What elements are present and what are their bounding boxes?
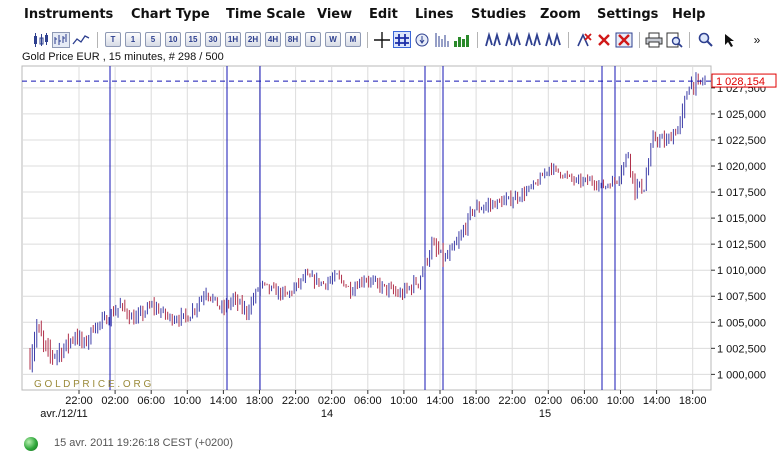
y-tick-label: 1 022,500	[717, 135, 766, 147]
x-date-label: avr./12/11	[40, 408, 88, 420]
x-tick-label: 14:00	[643, 395, 671, 407]
y-tick-label: 1 017,500	[717, 187, 766, 199]
x-tick-label: 10:00	[174, 395, 202, 407]
y-tick-label: 1 015,000	[717, 213, 766, 225]
y-tick-label: 1 007,500	[717, 291, 766, 303]
y-tick-label: 1 012,500	[717, 239, 766, 251]
x-tick-label: 18:00	[246, 395, 274, 407]
y-tick-label: 1 005,000	[717, 317, 766, 329]
x-tick-label: 14:00	[210, 395, 238, 407]
y-tick-label: 1 000,000	[717, 369, 766, 381]
status-bar: 15 avr. 2011 19:26:18 CEST (+0200)	[0, 433, 777, 457]
y-axis: 1 000,000 1 002,500 1 005,000 1 007,500 1 01…	[711, 83, 766, 381]
y-tick-label: 1 025,000	[717, 109, 766, 121]
status-datetime: 15 avr. 2011 19:26:18 CEST (+0200)	[54, 437, 234, 449]
x-tick-label: 22:00	[282, 395, 310, 407]
current-price-label: 1 028,154	[716, 76, 765, 88]
x-tick-label: 22:00	[65, 395, 93, 407]
y-tick-label: 1 020,000	[717, 161, 766, 173]
x-tick-label: 06:00	[571, 395, 599, 407]
x-tick-label: 06:00	[354, 395, 382, 407]
y-tick-label: 1 002,500	[717, 343, 766, 355]
x-tick-label: 06:00	[137, 395, 165, 407]
x-tick-label: 10:00	[607, 395, 635, 407]
x-tick-label: 18:00	[462, 395, 490, 407]
plot-area	[21, 65, 712, 391]
x-tick-label: 02:00	[318, 395, 346, 407]
y-tick-label: 1 010,000	[717, 265, 766, 277]
price-chart[interactable]: 1 000,000 1 002,500 1 005,000 1 007,500 1 01…	[0, 0, 777, 433]
x-tick-label: 02:00	[535, 395, 563, 407]
x-tick-label: 02:00	[101, 395, 129, 407]
x-tick-label: 18:00	[679, 395, 707, 407]
x-tick-label: 22:00	[498, 395, 526, 407]
x-axis: 22:00 02:00 06:00 10:00 14:00 18:00 22:00 02:00…	[40, 390, 706, 420]
watermark: G O L D P R I C E . O R G	[34, 379, 151, 390]
x-tick-label: 10:00	[390, 395, 418, 407]
connection-status-icon	[24, 437, 38, 451]
x-date-label: 14	[321, 408, 333, 420]
x-tick-label: 14:00	[426, 395, 454, 407]
x-date-label: 15	[539, 408, 551, 420]
